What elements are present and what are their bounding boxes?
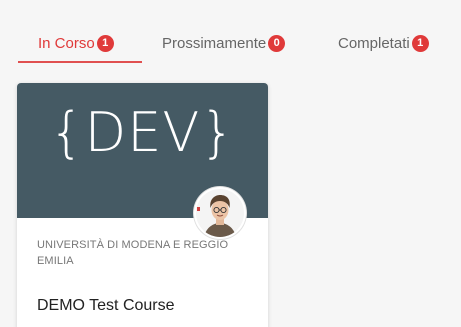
instructor-avatar xyxy=(194,187,246,239)
tab-prossimamente[interactable]: Prossimamente 0 xyxy=(162,30,286,56)
active-tab-indicator xyxy=(18,61,142,63)
count-badge: 0 xyxy=(268,34,286,52)
course-title[interactable]: DEMO Test Course xyxy=(37,297,262,315)
course-dashboard: In Corso 1 Prossimamente 0 Completati 1 … xyxy=(0,0,461,327)
tab-label: Prossimamente xyxy=(162,34,267,52)
course-card[interactable]: {DEV} UNIVERSITÀ DI MODENA E REGGIO EMIL… xyxy=(17,83,268,327)
count-badge: 1 xyxy=(411,34,429,52)
tab-label: In Corso xyxy=(38,34,95,52)
tab-completati[interactable]: Completati 1 xyxy=(338,30,429,56)
institution-name: UNIVERSITÀ DI MODENA E REGGIO EMILIA xyxy=(37,239,229,267)
tab-label: Completati xyxy=(338,34,410,52)
banner-title: {DEV} xyxy=(49,101,236,164)
count-badge: 1 xyxy=(96,34,114,52)
avatar-icon xyxy=(196,189,244,237)
course-tabs: In Corso 1 Prossimamente 0 Completati 1 xyxy=(0,0,461,70)
tab-in-corso[interactable]: In Corso 1 xyxy=(38,30,114,56)
